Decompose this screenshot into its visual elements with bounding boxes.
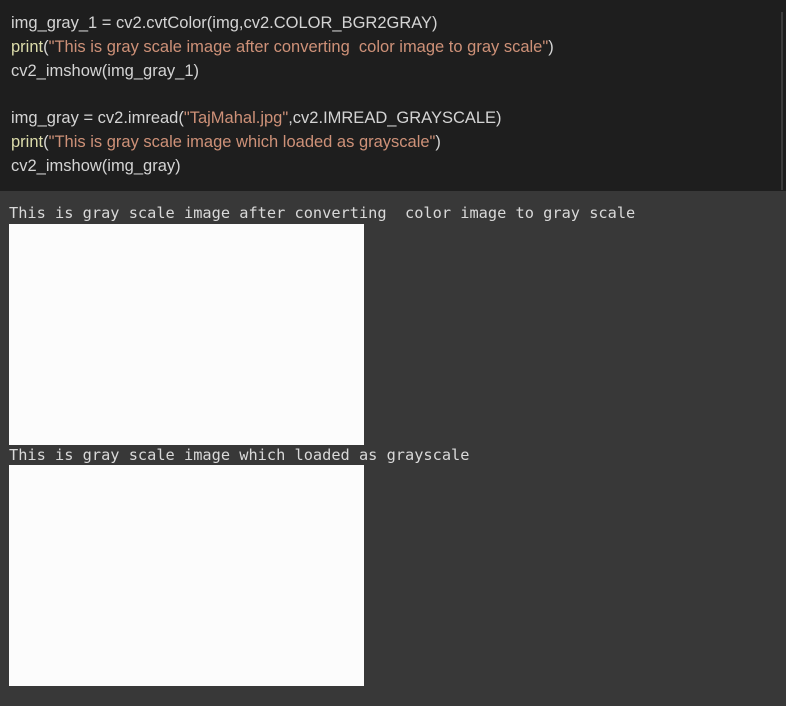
cell-scrollbar[interactable]: [781, 12, 783, 190]
code-string-token: "This is gray scale image after converti…: [48, 38, 549, 56]
code-function-token: print: [11, 132, 44, 151]
code-line[interactable]: [11, 83, 554, 106]
code-token: ): [435, 132, 441, 151]
code-token: img_gray_1 = cv2.cvtColor(img,cv2.COLOR_…: [11, 14, 438, 32]
output-image-2: [9, 465, 364, 686]
code-string-token: "TajMahal.jpg": [183, 108, 289, 127]
code-line[interactable]: print("This is gray scale image after co…: [11, 35, 554, 59]
code-editor[interactable]: img_gray_1 = cv2.cvtColor(img,cv2.COLOR_…: [11, 11, 554, 178]
code-token: ): [548, 38, 554, 56]
taj-mahal-image: [9, 465, 364, 686]
code-function-token: print: [11, 38, 44, 56]
code-line[interactable]: img_gray_1 = cv2.cvtColor(img,cv2.COLOR_…: [11, 11, 554, 35]
code-token: img_gray = cv2.imread(: [11, 108, 184, 127]
output-text-2: This is gray scale image which loaded as…: [9, 446, 470, 464]
taj-mahal-image: [9, 224, 364, 445]
code-line[interactable]: cv2_imshow(img_gray_1): [11, 59, 554, 83]
code-line[interactable]: cv2_imshow(img_gray): [11, 154, 554, 178]
code-token: ,cv2.IMREAD_GRAYSCALE): [288, 108, 502, 127]
code-token: cv2_imshow(img_gray_1): [11, 62, 199, 80]
output-image-1: [9, 224, 364, 445]
output-text-1: This is gray scale image after convertin…: [9, 204, 636, 222]
code-cell[interactable]: img_gray_1 = cv2.cvtColor(img,cv2.COLOR_…: [0, 0, 786, 191]
code-line[interactable]: img_gray = cv2.imread("TajMahal.jpg",cv2…: [11, 106, 554, 130]
code-line[interactable]: print("This is gray scale image which lo…: [11, 130, 554, 154]
code-string-token: "This is gray scale image which loaded a…: [48, 132, 436, 151]
output-area: This is gray scale image after convertin…: [0, 191, 786, 706]
code-token: cv2_imshow(img_gray): [11, 156, 181, 175]
